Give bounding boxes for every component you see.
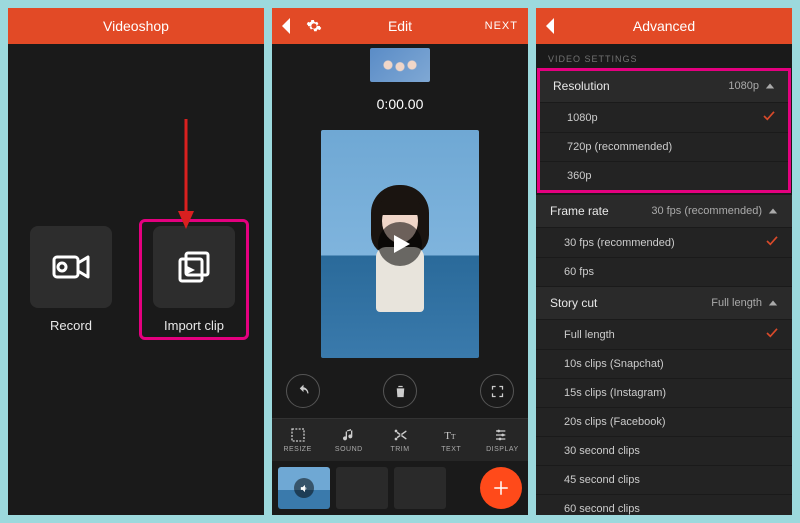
storycut-option-30s[interactable]: 30 second clips (536, 437, 792, 466)
check-icon (766, 328, 778, 341)
framerate-option-60[interactable]: 60 fps (536, 258, 792, 287)
home-body: Record Import clip (8, 44, 264, 515)
resolution-row[interactable]: Resolution 1080p (539, 70, 789, 103)
tool-resize[interactable]: RESIZE (272, 419, 323, 461)
timeline-thumb[interactable] (370, 48, 430, 82)
mute-icon[interactable] (294, 478, 314, 498)
tool-sound[interactable]: SOUND (323, 419, 374, 461)
resolution-option-360p[interactable]: 360p (539, 162, 789, 191)
playback-timer: 0:00.00 (272, 96, 528, 112)
app-title: Videoshop (103, 18, 169, 34)
svg-text:T: T (445, 431, 452, 442)
framerate-option-30[interactable]: 30 fps (recommended) (536, 228, 792, 258)
back-button[interactable] (280, 18, 292, 34)
clip-tray (272, 461, 528, 515)
resolution-group-highlight: Resolution 1080p 1080p 720p (recommended… (539, 70, 789, 191)
add-clip-button[interactable] (480, 467, 522, 509)
framerate-row[interactable]: Frame rate 30 fps (recommended) (536, 195, 792, 228)
screen-advanced: Advanced VIDEO SETTINGS Resolution 1080p… (536, 8, 792, 515)
next-button[interactable]: NEXT (485, 20, 518, 32)
tool-display[interactable]: DISPLAY (477, 419, 528, 461)
import-clip-icon (176, 249, 212, 285)
chevron-up-icon (768, 298, 778, 308)
delete-button[interactable] (383, 374, 417, 408)
resolution-option-720p[interactable]: 720p (recommended) (539, 133, 789, 162)
annotation-arrow (176, 119, 196, 229)
settings-button[interactable] (306, 18, 322, 34)
check-icon (763, 111, 775, 124)
video-preview[interactable] (321, 130, 479, 358)
screen-videoshop: Videoshop Record Import clip (8, 8, 264, 515)
fullscreen-button[interactable] (480, 374, 514, 408)
storycut-option-15s[interactable]: 15s clips (Instagram) (536, 379, 792, 408)
import-label: Import clip (164, 318, 224, 333)
resolution-option-1080p[interactable]: 1080p (539, 103, 789, 133)
storycut-row[interactable]: Story cut Full length (536, 287, 792, 320)
tool-trim[interactable]: TRIM (374, 419, 425, 461)
clip-slot[interactable] (394, 467, 446, 509)
screen-edit: Edit NEXT 0:00.00 RESIZE SOUND (272, 8, 528, 515)
record-label: Record (50, 318, 92, 333)
import-tile[interactable]: Import clip (146, 226, 242, 333)
import-highlight: Import clip (139, 219, 249, 340)
screen-title: Edit (388, 18, 412, 34)
header: Advanced (536, 8, 792, 44)
back-button[interactable] (544, 18, 556, 34)
clip-thumbnail[interactable] (278, 467, 330, 509)
chevron-up-icon (768, 206, 778, 216)
clip-slot[interactable] (336, 467, 388, 509)
tool-text[interactable]: TTTEXT (426, 419, 477, 461)
storycut-option-10s[interactable]: 10s clips (Snapchat) (536, 350, 792, 379)
svg-text:T: T (451, 432, 456, 441)
storycut-option-60s[interactable]: 60 second clips (536, 495, 792, 515)
header: Videoshop (8, 8, 264, 44)
storycut-option-45s[interactable]: 45 second clips (536, 466, 792, 495)
chevron-up-icon (765, 81, 775, 91)
record-tile[interactable]: Record (23, 226, 119, 333)
undo-button[interactable] (286, 374, 320, 408)
video-settings-heading: VIDEO SETTINGS (536, 44, 792, 70)
storycut-option-full[interactable]: Full length (536, 320, 792, 350)
edit-toolbar: RESIZE SOUND TRIM TTTEXT DISPLAY (272, 418, 528, 461)
camera-icon (52, 253, 90, 281)
check-icon (766, 236, 778, 249)
header: Edit NEXT (272, 8, 528, 44)
screen-title: Advanced (633, 18, 695, 34)
play-button[interactable] (378, 222, 422, 266)
storycut-option-20s[interactable]: 20s clips (Facebook) (536, 408, 792, 437)
